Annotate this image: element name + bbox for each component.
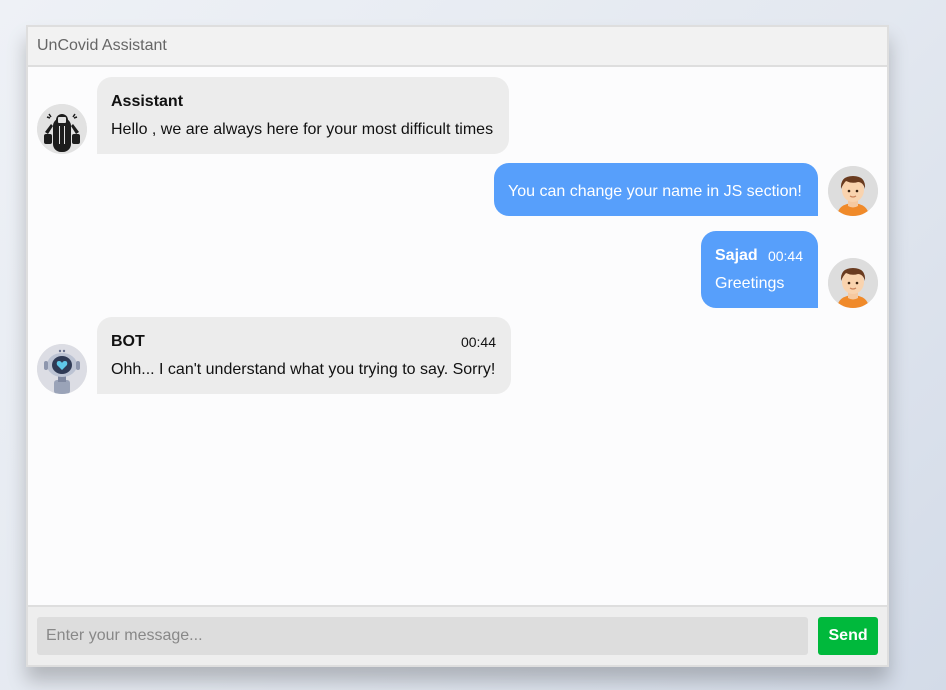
chat-window: UnCovid Assistant Assistant Hello , we a… bbox=[26, 25, 889, 667]
message-incoming: BOT 00:44 Ohh... I can't understand what… bbox=[37, 317, 511, 394]
message-text: Ohh... I can't understand what you tryin… bbox=[111, 361, 496, 378]
message-text: Hello , we are always here for your most… bbox=[111, 121, 494, 138]
message-time: 00:44 bbox=[460, 334, 496, 350]
assistant-avatar-icon bbox=[37, 104, 87, 154]
message-info: BOT 00:44 bbox=[111, 332, 496, 352]
robot-avatar-icon bbox=[37, 344, 87, 394]
sender-name: Assistant bbox=[111, 93, 184, 110]
chat-title: UnCovid Assistant bbox=[37, 37, 167, 54]
message-incoming: Assistant Hello , we are always here for… bbox=[37, 77, 509, 154]
chat-header: UnCovid Assistant bbox=[28, 27, 887, 67]
message-list[interactable]: Assistant Hello , we are always here for… bbox=[28, 67, 887, 605]
message-info: Sajad 00:44 bbox=[715, 246, 803, 266]
user-avatar-icon bbox=[828, 166, 878, 216]
message-bubble: Assistant Hello , we are always here for… bbox=[97, 77, 509, 154]
message-bubble: BOT 00:44 Ohh... I can't understand what… bbox=[97, 317, 511, 394]
message-bubble: Sajad 00:44 Greetings bbox=[701, 231, 818, 308]
message-input[interactable] bbox=[37, 617, 809, 655]
user-avatar-icon bbox=[828, 258, 878, 308]
message-form: Send bbox=[28, 605, 887, 665]
message-outgoing: Sajad 00:44 Greetings bbox=[701, 231, 878, 308]
message-text: You can change your name in JS section! bbox=[508, 183, 802, 200]
send-button[interactable]: Send bbox=[818, 617, 878, 655]
message-outgoing: You can change your name in JS section! bbox=[494, 163, 878, 216]
sender-name: BOT bbox=[111, 333, 145, 350]
message-time: 00:44 bbox=[767, 248, 803, 264]
sender-name: Sajad bbox=[715, 247, 758, 264]
message-info: Assistant bbox=[111, 92, 494, 112]
message-bubble: You can change your name in JS section! bbox=[494, 163, 818, 216]
message-text: Greetings bbox=[715, 275, 785, 292]
